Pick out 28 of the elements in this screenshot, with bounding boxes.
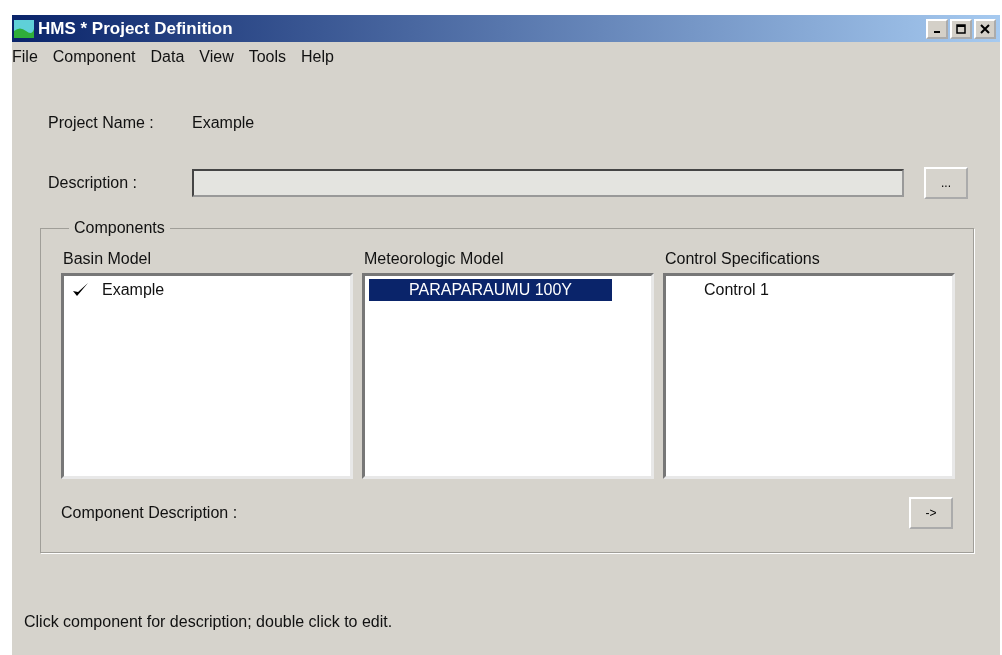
maximize-icon (956, 23, 966, 34)
menu-item[interactable]: Help (301, 48, 334, 74)
minimize-button[interactable] (926, 18, 948, 39)
menu-item[interactable]: View (199, 48, 234, 74)
list-heading: Basin Model (63, 249, 153, 269)
minimize-icon (934, 31, 940, 33)
list-item[interactable]: Control 1 (698, 279, 775, 301)
arrow-button[interactable]: -> (909, 497, 953, 529)
browse-button[interactable]: ... (924, 167, 968, 199)
list-heading: Control Specifications (665, 249, 821, 269)
maximize-button[interactable] (950, 18, 972, 39)
description-label: Description : (48, 174, 138, 192)
close-icon (980, 23, 990, 34)
menu-item[interactable]: File (12, 48, 38, 74)
close-button[interactable] (974, 18, 996, 39)
list-item[interactable]: PARAPARAUMU 100Y (369, 279, 612, 301)
landscape-icon (14, 19, 34, 38)
menu-item[interactable]: Data (150, 48, 185, 74)
window-title: HMS * Project Definition (38, 18, 234, 39)
group-title: Components (73, 219, 166, 237)
status-text: Click component for description; double click to edit. (24, 613, 394, 631)
project-name-label: Project Name : (48, 114, 155, 132)
component-description-label: Component Description : (61, 504, 238, 522)
project-name-value: Example (192, 114, 255, 132)
menu-item[interactable]: Component (52, 48, 136, 74)
list-heading: Meteorologic Model (364, 249, 505, 269)
menu-item[interactable]: Tools (248, 48, 287, 74)
list-item[interactable]: Example (96, 279, 171, 301)
